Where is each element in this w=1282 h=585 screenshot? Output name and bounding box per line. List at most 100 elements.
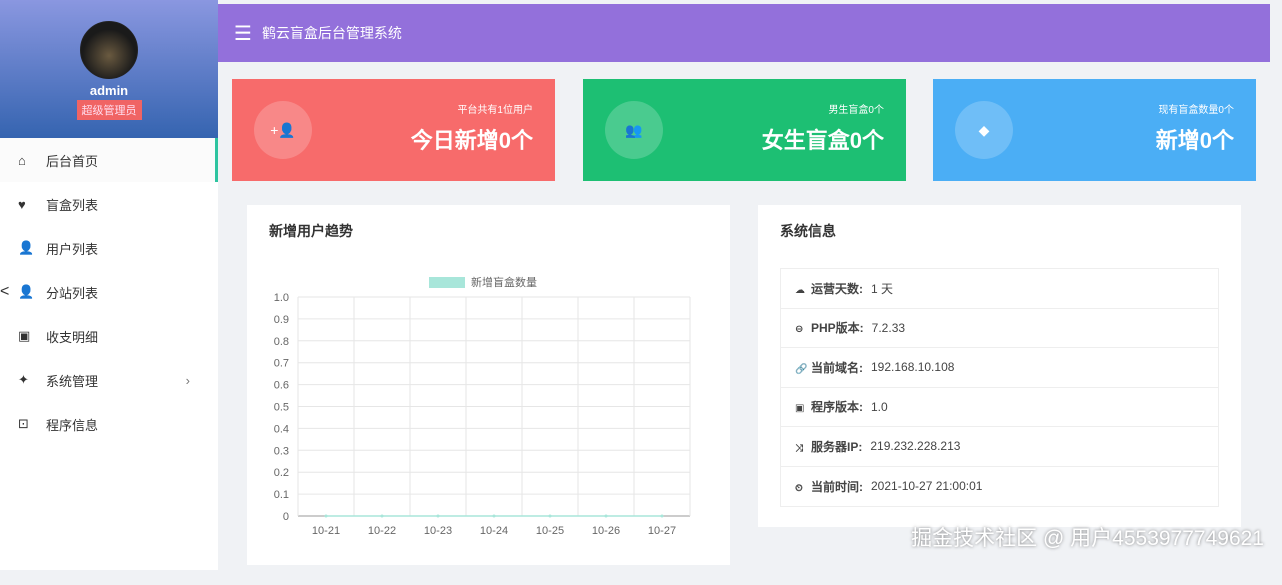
sidebar-item-label: 后台首页 [46,153,99,169]
shuffle-icon: ⤨ [795,442,803,454]
user-plus-icon: +👤 [254,101,312,159]
info-value: 1.0 [871,399,888,414]
y-tick-label: 0.8 [274,336,289,348]
data-point [660,514,664,518]
info-row: ⊖ PHP版本: 7.2.33 [781,309,1218,348]
y-tick-label: 0 [283,511,289,523]
info-key: 服务器IP: [811,439,863,454]
panel-title: 新增用户趋势 [269,223,353,239]
top-header: ☰ 鹤云盲盒后台管理系统 [218,4,1270,62]
sidebar-item[interactable]: ♥ 盲盒列表 [0,182,218,226]
x-tick-label: 10-25 [536,525,564,537]
users-icon: 👥 [605,101,663,159]
sidebar-item-label: 系统管理 [46,373,99,389]
y-tick-label: 0.6 [274,380,289,392]
data-point [380,514,384,518]
watermark: 掘金技术社区 @ 用户4553977749621 [911,527,1264,550]
info-key: 当前域名: [811,360,863,375]
info-key: PHP版本: [811,321,864,336]
y-tick-label: 1.0 [274,292,289,304]
info-key: 当前时间: [811,479,863,494]
y-tick-label: 0.2 [274,467,289,479]
stat-subtitle: 平台共有1位用户 [457,105,533,116]
heart-icon: ♥ [18,196,26,212]
stat-value: 今日新增0个 [410,128,533,153]
php-icon: ⊖ [795,324,804,336]
sidebar-item-label: 用户列表 [46,241,99,257]
user-trend-panel: 新增用户趋势 新增盲盒数量 0 0.1 0.2 0.3 0.4 0.5 0.6 0.7 0.8 0.… [247,205,730,565]
android-icon: ▣ [795,403,805,415]
chevron-right-icon: › [185,372,190,388]
collapse-arrow-icon[interactable]: < [0,283,9,301]
y-tick-label: 0.4 [274,423,289,435]
stat-value: 女生盲盒0个 [761,128,884,153]
sidebar-item[interactable]: ✦ 系统管理 › [0,358,218,402]
info-value: 1 天 [871,281,894,296]
stat-card: 👥 男生盲盒0个女生盲盒0个 [583,79,906,181]
legend-swatch [429,277,465,288]
info-key: 运营天数: [811,281,863,296]
stat-subtitle: 男生盲盒0个 [828,105,884,116]
y-tick-label: 0.1 [274,489,289,501]
sidebar-item-label: 盲盒列表 [46,197,99,213]
sidebar-item-label: 收支明细 [46,329,99,345]
info-row: 🔗 当前域名: 192.168.10.108 [781,348,1218,388]
y-tick-label: 0.3 [274,445,289,457]
system-info-table: ☁ 运营天数: 1 天 ⊖ PHP版本: 7.2.33 🔗 当前域名: 192.168.10.1… [780,268,1219,507]
home-icon: ⌂ [18,152,26,168]
info-value: 2021-10-27 21:00:01 [871,479,983,494]
contact-book-icon: ▣ [18,328,31,343]
sidebar-menu: ⌂ 后台首页 ♥ 盲盒列表 👤 用户列表 < 👤 分站列表 ▣ 收支明细 ✦ 系统管理 › ⊡ 程序信息 [0,138,218,446]
x-tick-label: 10-22 [368,525,396,537]
clock-icon: ⏲ [795,482,803,494]
data-point [492,514,496,518]
user-icon: 👤 [18,284,35,299]
x-tick-label: 10-26 [592,525,620,537]
x-tick-label: 10-27 [648,525,676,537]
y-tick-label: 0.7 [274,358,289,370]
info-value: 192.168.10.108 [871,360,955,375]
menu-toggle-icon[interactable]: ☰ [234,21,252,46]
data-point [436,514,440,518]
profile: admin 超级管理员 [0,0,218,138]
sidebar-item[interactable]: ▣ 收支明细 [0,314,218,358]
info-value: 7.2.33 [871,320,906,335]
stat-value: 新增0个 [1155,128,1234,153]
system-info-panel: 系统信息 ☁ 运营天数: 1 天 ⊖ PHP版本: 7.2.33 🔗 当前域名: 192.168… [758,205,1241,527]
username: admin [89,83,129,98]
stat-card: +👤 平台共有1位用户今日新增0个 [232,79,555,181]
info-value: 219.232.228.213 [870,439,961,454]
stat-subtitle: 现有盲盒数量0个 [1158,105,1234,116]
info-row: ☁ 运营天数: 1 天 [781,269,1218,309]
y-tick-label: 0.9 [274,314,289,326]
sparkle-icon: ✦ [18,372,29,387]
sidebar-item-label: 分站列表 [46,285,99,301]
panel-title: 系统信息 [780,223,836,239]
avatar[interactable] [80,21,138,79]
sidebar-item[interactable]: ⌂ 后台首页 [0,138,218,182]
sidebar-item-label: 程序信息 [46,417,99,433]
x-tick-label: 10-21 [312,525,340,537]
info-row: ▣ 程序版本: 1.0 [781,388,1218,427]
sidebar-item[interactable]: < 👤 分站列表 [0,270,218,314]
trend-chart: 新增盲盒数量 0 0.1 0.2 0.3 0.4 0.5 0.6 0.7 0.8 0.9 1.0 10-… [274,275,691,537]
data-point [548,514,552,518]
sidebar-item[interactable]: ⊡ 程序信息 [0,402,218,446]
x-tick-label: 10-23 [424,525,452,537]
sidebar-item[interactable]: 👤 用户列表 [0,226,218,270]
data-point [604,514,608,518]
sidebar: admin 超级管理员 ⌂ 后台首页 ♥ 盲盒列表 👤 用户列表 < 👤 分站列表 ▣ 收支明细 ✦ 系… [0,0,218,570]
data-point [324,514,328,518]
y-tick-label: 0.5 [274,402,289,414]
info-row: ⤨ 服务器IP: 219.232.228.213 [781,427,1218,467]
link-icon: 🔗 [795,363,808,375]
user-icon: 👤 [18,240,35,255]
x-tick-label: 10-24 [480,525,508,537]
info-row: ⏲ 当前时间: 2021-10-27 21:00:01 [781,467,1218,507]
stat-card: ◆ 现有盲盒数量0个新增0个 [933,79,1256,181]
terminal-icon: ⊡ [18,416,29,431]
diamond-icon: ◆ [955,101,1013,159]
app-title: 鹤云盲盒后台管理系统 [261,25,402,41]
role-badge: 超级管理员 [76,100,142,120]
legend-label: 新增盲盒数量 [471,275,537,289]
